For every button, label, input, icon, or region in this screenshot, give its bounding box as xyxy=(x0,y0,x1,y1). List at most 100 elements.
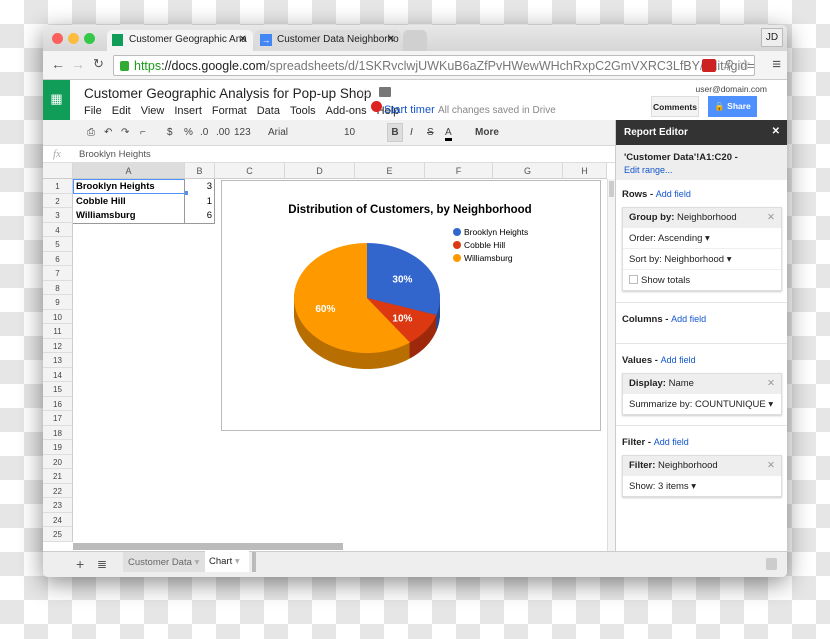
row-header[interactable]: 8 xyxy=(43,280,73,295)
star-icon[interactable]: ☆ xyxy=(359,85,372,102)
order-select[interactable]: Order: Ascending ▾ xyxy=(623,227,781,248)
column-header[interactable]: F xyxy=(425,163,493,179)
user-account[interactable]: user@domain.com xyxy=(696,84,767,94)
url-input[interactable]: https://docs.google.com/spreadsheets/d/1… xyxy=(113,55,755,76)
extension-icon[interactable] xyxy=(702,59,716,72)
row-header[interactable]: 24 xyxy=(43,512,73,527)
column-header[interactable]: C xyxy=(215,163,285,179)
sort-select[interactable]: Sort by: Neighborhood ▾ xyxy=(623,248,781,269)
row-header[interactable]: 5 xyxy=(43,237,73,252)
menu-view[interactable]: View xyxy=(141,105,165,117)
paint-format-icon[interactable]: ⌐ xyxy=(140,127,146,138)
menu-edit[interactable]: Edit xyxy=(112,105,131,117)
search-icon[interactable]: ⚲ xyxy=(725,57,734,72)
reload-icon[interactable]: ↻ xyxy=(93,56,104,72)
cell-b3[interactable]: 6 xyxy=(185,208,214,223)
number-format-button[interactable]: 123 xyxy=(234,127,251,138)
maximize-window-button[interactable] xyxy=(84,33,95,44)
redo-icon[interactable]: ↷ xyxy=(121,127,129,138)
row-header[interactable]: 14 xyxy=(43,367,73,382)
row-header[interactable]: 23 xyxy=(43,498,73,513)
row-header[interactable]: 7 xyxy=(43,266,73,281)
columns-add-field-link[interactable]: Add field xyxy=(671,314,706,324)
tab-scroll-handle[interactable] xyxy=(252,552,256,572)
edit-range-link[interactable]: Edit range... xyxy=(624,165,780,175)
menu-insert[interactable]: Insert xyxy=(174,105,202,117)
select-all-corner[interactable] xyxy=(43,163,73,179)
more-button[interactable]: More xyxy=(475,127,499,138)
cell-a2[interactable]: Cobble Hill xyxy=(74,194,128,209)
menu-addons[interactable]: Add-ons xyxy=(326,105,367,117)
minimize-window-button[interactable] xyxy=(68,33,79,44)
horizontal-scrollbar[interactable] xyxy=(73,543,343,550)
show-totals-checkbox[interactable] xyxy=(629,275,638,284)
column-header[interactable]: A xyxy=(73,163,185,179)
close-tab-icon[interactable]: ✕ xyxy=(239,34,247,45)
sheet-list-icon[interactable]: ≣ xyxy=(97,557,107,571)
row-header[interactable]: 9 xyxy=(43,295,73,310)
menu-data[interactable]: Data xyxy=(257,105,280,117)
font-size-select[interactable]: 10 xyxy=(344,127,355,138)
remove-icon[interactable]: ✕ xyxy=(767,460,775,471)
rows-add-field-link[interactable]: Add field xyxy=(656,189,691,199)
row-header[interactable]: 17 xyxy=(43,411,73,426)
vertical-scrollbar[interactable] xyxy=(607,179,615,551)
close-tab-icon[interactable]: ✕ xyxy=(387,34,395,45)
row-header[interactable]: 19 xyxy=(43,440,73,455)
row-header[interactable]: 13 xyxy=(43,353,73,368)
pie-chart[interactable]: Distribution of Customers, by Neighborho… xyxy=(221,180,601,431)
bold-button[interactable]: B xyxy=(387,123,403,142)
explore-icon[interactable] xyxy=(766,558,777,570)
row-header[interactable]: 10 xyxy=(43,309,73,324)
start-timer-link[interactable]: Start timer xyxy=(384,104,435,116)
percent-button[interactable]: % xyxy=(184,127,193,138)
row-header[interactable]: 25 xyxy=(43,527,73,542)
new-tab-button[interactable] xyxy=(403,30,427,51)
row-header[interactable]: 15 xyxy=(43,382,73,397)
cell-a1[interactable]: Brooklyn Heights xyxy=(74,179,157,194)
row-header[interactable]: 20 xyxy=(43,454,73,469)
font-select[interactable]: Arial xyxy=(268,127,288,138)
summarize-select[interactable]: Summarize by: COUNTUNIQUE ▾ xyxy=(623,393,781,414)
filter-add-field-link[interactable]: Add field xyxy=(654,437,689,447)
browser-tab[interactable]: → Customer Data Neighborho ✕ xyxy=(255,30,401,51)
row-header[interactable]: 2 xyxy=(43,193,73,208)
add-sheet-icon[interactable]: + xyxy=(76,556,84,572)
text-color-button[interactable]: A xyxy=(445,127,452,141)
row-header[interactable]: 18 xyxy=(43,425,73,440)
folder-icon[interactable] xyxy=(379,87,391,97)
cell-b1[interactable]: 3 xyxy=(185,179,214,194)
star-icon[interactable]: ☆ xyxy=(738,56,751,73)
close-icon[interactable]: ✕ xyxy=(772,126,780,137)
row-header[interactable]: 4 xyxy=(43,222,73,237)
increase-decimal-button[interactable]: .00 xyxy=(216,127,230,138)
row-header[interactable]: 22 xyxy=(43,483,73,498)
menu-icon[interactable]: ≡ xyxy=(772,56,781,73)
currency-button[interactable]: $ xyxy=(167,127,173,138)
column-header[interactable]: E xyxy=(355,163,425,179)
italic-button[interactable]: I xyxy=(410,127,413,138)
column-header[interactable]: B xyxy=(185,163,215,179)
browser-tab-active[interactable]: Customer Geographic Ana ✕ xyxy=(107,30,253,51)
close-window-button[interactable] xyxy=(52,33,63,44)
row-header[interactable]: 16 xyxy=(43,396,73,411)
row-header[interactable]: 21 xyxy=(43,469,73,484)
sheet-tab-chart[interactable]: Chart ▾ xyxy=(205,551,249,572)
menu-tools[interactable]: Tools xyxy=(290,105,316,117)
undo-icon[interactable]: ↶ xyxy=(104,127,112,138)
column-header[interactable]: G xyxy=(493,163,563,179)
column-header[interactable]: D xyxy=(285,163,355,179)
row-header[interactable]: 11 xyxy=(43,324,73,339)
strikethrough-button[interactable]: S xyxy=(427,127,434,138)
sheets-logo-icon[interactable]: ▦ xyxy=(43,80,70,120)
cell-a3[interactable]: Williamsburg xyxy=(74,208,138,223)
menu-format[interactable]: Format xyxy=(212,105,247,117)
row-header[interactable]: 1 xyxy=(43,179,73,194)
remove-icon[interactable]: ✕ xyxy=(767,378,775,389)
doc-title[interactable]: Customer Geographic Analysis for Pop-up … xyxy=(84,86,371,101)
comments-button[interactable]: Comments xyxy=(651,96,699,117)
cell-b2[interactable]: 1 xyxy=(185,194,214,209)
sheet-tab-customer-data[interactable]: Customer Data ▾ xyxy=(123,552,205,572)
remove-icon[interactable]: ✕ xyxy=(767,212,775,223)
row-header[interactable]: 3 xyxy=(43,208,73,223)
